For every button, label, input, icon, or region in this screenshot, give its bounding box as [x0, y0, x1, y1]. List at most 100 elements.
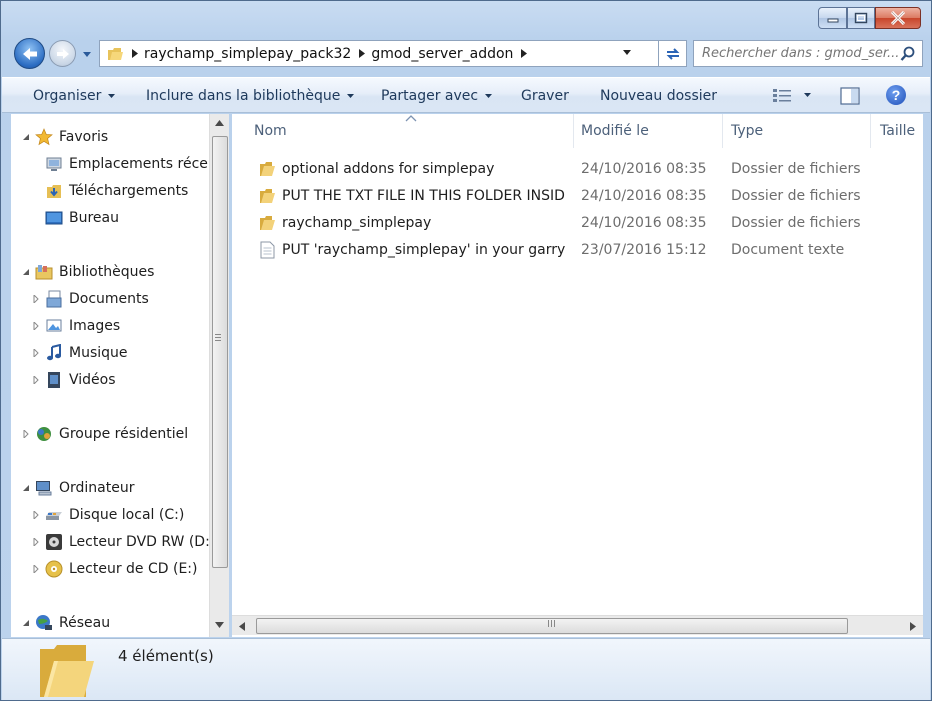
navigation-pane-scrollbar[interactable]: [209, 114, 229, 637]
navigation-pane: Favoris Emplacements récents Téléchargem…: [11, 114, 229, 637]
sidebar-item-videos[interactable]: Vidéos: [31, 368, 116, 392]
column-header-label: Modifié le: [581, 123, 649, 139]
sidebar-item-documents[interactable]: Documents: [31, 287, 149, 311]
view-options-icon[interactable]: [772, 87, 792, 103]
collapse-icon[interactable]: [21, 267, 31, 277]
sidebar-item-computer[interactable]: Ordinateur: [21, 476, 135, 500]
sidebar-item-label: Groupe résidentiel: [59, 426, 189, 442]
expand-icon[interactable]: [31, 537, 41, 547]
sidebar-item-label: Lecteur DVD RW (D:): [69, 534, 216, 550]
file-row[interactable]: optional addons for simplepay 24/10/2016…: [232, 156, 923, 182]
sidebar-item-downloads[interactable]: Téléchargements: [45, 179, 188, 203]
refresh-button[interactable]: [659, 40, 687, 67]
share-with-menu[interactable]: Partager avec: [381, 88, 493, 104]
libraries-icon: [35, 263, 53, 281]
sidebar-item-label: Réseau: [59, 615, 111, 631]
file-row[interactable]: PUT 'raychamp_simplepay' in your garry's…: [232, 237, 923, 263]
dvd-drive-icon: [45, 533, 63, 551]
minimize-button[interactable]: [818, 7, 847, 29]
details-pane: 4 élément(s): [2, 638, 930, 700]
organize-menu[interactable]: Organiser: [33, 88, 116, 104]
column-header-size[interactable]: Taille: [870, 114, 923, 148]
chevron-down-icon[interactable]: [622, 49, 632, 57]
file-row[interactable]: PUT THE TXT FILE IN THIS FOLDER INSID...…: [232, 183, 923, 209]
maximize-button[interactable]: [847, 7, 875, 29]
expand-icon[interactable]: [31, 564, 41, 574]
expand-icon[interactable]: [31, 510, 41, 520]
music-icon: [45, 344, 63, 362]
column-header-label: Nom: [254, 123, 287, 139]
sidebar-item-recent-places[interactable]: Emplacements récents: [45, 152, 229, 176]
expand-icon[interactable]: [31, 321, 41, 331]
close-icon: [890, 11, 906, 25]
sidebar-item-pictures[interactable]: Images: [31, 314, 120, 338]
network-icon: [35, 614, 53, 632]
sidebar-item-favorites[interactable]: Favoris: [21, 125, 108, 149]
computer-icon: [35, 479, 53, 497]
collapse-icon[interactable]: [21, 132, 31, 142]
collapse-icon[interactable]: [21, 483, 31, 493]
file-name: optional addons for simplepay: [282, 161, 495, 177]
file-type: Dossier de fichiers: [731, 215, 861, 231]
preview-pane-icon[interactable]: [840, 87, 860, 105]
file-list-horizontal-scrollbar[interactable]: [232, 615, 923, 635]
sidebar-item-homegroup[interactable]: Groupe résidentiel: [21, 422, 188, 446]
scroll-down-icon[interactable]: [215, 622, 224, 628]
forward-button[interactable]: [49, 40, 76, 67]
search-icon[interactable]: [900, 46, 916, 62]
search-box[interactable]: [693, 40, 923, 67]
file-list: Nom Modifié le Type Taille optional addo…: [232, 114, 923, 637]
minimize-icon: [827, 18, 838, 23]
collapse-icon[interactable]: [21, 618, 31, 628]
file-name: PUT 'raychamp_simplepay' in your garry's…: [282, 242, 566, 258]
help-icon[interactable]: ?: [886, 85, 906, 105]
include-library-menu[interactable]: Inclure dans la bibliothèque: [146, 88, 355, 104]
text-document-icon: [260, 241, 275, 259]
breadcrumb-separator[interactable]: [132, 49, 138, 58]
chevron-down-icon[interactable]: [804, 93, 811, 98]
breadcrumb-item[interactable]: raychamp_simplepay_pack32: [144, 46, 351, 62]
address-bar[interactable]: raychamp_simplepay_pack32 gmod_server_ad…: [99, 40, 659, 67]
sidebar-item-music[interactable]: Musique: [31, 341, 128, 365]
file-modified: 24/10/2016 08:35: [581, 215, 707, 231]
sidebar-item-label: Ordinateur: [59, 480, 135, 496]
breadcrumb-separator[interactable]: [521, 49, 528, 58]
scroll-up-icon[interactable]: [215, 120, 224, 126]
search-input[interactable]: [702, 46, 898, 61]
new-folder-button[interactable]: Nouveau dossier: [600, 88, 717, 104]
sidebar-item-desktop[interactable]: Bureau: [45, 206, 119, 230]
scroll-left-icon[interactable]: [239, 622, 245, 631]
column-header-modified[interactable]: Modifié le: [571, 114, 723, 148]
explorer-window: raychamp_simplepay_pack32 gmod_server_ad…: [0, 0, 932, 701]
scrollbar-thumb[interactable]: [212, 136, 228, 568]
close-button[interactable]: [875, 7, 921, 29]
expand-icon[interactable]: [21, 429, 31, 439]
scrollbar-grip: [548, 620, 555, 627]
desktop-icon: [45, 209, 63, 227]
arrow-right-icon: [56, 48, 69, 59]
new-folder-label: Nouveau dossier: [600, 88, 718, 104]
sidebar-item-network[interactable]: Réseau: [21, 611, 110, 635]
sidebar-item-cd-drive[interactable]: Lecteur de CD (E:): [31, 557, 198, 581]
star-icon: [35, 128, 53, 146]
command-bar: Organiser Inclure dans la bibliothèque P…: [2, 77, 930, 113]
breadcrumb-item[interactable]: gmod_server_addon: [371, 46, 513, 62]
back-button[interactable]: [14, 38, 45, 69]
expand-icon[interactable]: [31, 375, 41, 385]
burn-button[interactable]: Graver: [521, 88, 569, 104]
folder-icon: [260, 189, 275, 203]
sidebar-item-dvd-drive[interactable]: Lecteur DVD RW (D:): [31, 530, 215, 554]
sidebar-item-local-disk[interactable]: Disque local (C:): [31, 503, 184, 527]
refresh-icon: [666, 47, 679, 60]
sidebar-item-libraries[interactable]: Bibliothèques: [21, 260, 154, 284]
folder-icon: [108, 47, 123, 60]
column-header-type[interactable]: Type: [721, 114, 871, 148]
expand-icon[interactable]: [31, 294, 41, 304]
chevron-down-icon[interactable]: [82, 49, 92, 59]
file-row[interactable]: raychamp_simplepay 24/10/2016 08:35 Doss…: [232, 210, 923, 236]
column-header-label: Type: [731, 123, 764, 139]
sidebar-item-label: Bibliothèques: [59, 264, 155, 280]
breadcrumb-separator[interactable]: [359, 49, 366, 58]
expand-icon[interactable]: [31, 348, 41, 358]
scroll-right-icon[interactable]: [910, 622, 916, 631]
